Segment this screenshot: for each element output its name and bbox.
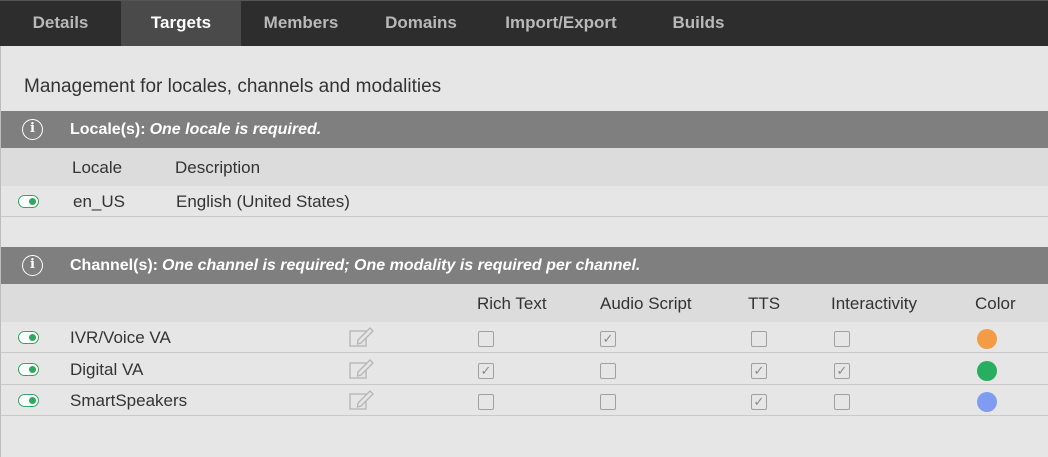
channel-section-bar: i Channel(s): One channel is required; On… [1, 247, 1048, 284]
tab-members[interactable]: Members [241, 1, 361, 47]
channel-row: SmartSpeakers ✓ [1, 385, 1048, 416]
interactivity-checkbox[interactable] [834, 394, 850, 410]
interactivity-checkbox[interactable]: ✓ [834, 363, 850, 379]
locale-description: English (United States) [176, 192, 350, 211]
locale-section-title: Locale(s): [70, 121, 146, 138]
description-column-header: Description [175, 158, 261, 177]
locale-section-note: One locale is required. [149, 121, 322, 138]
tts-column-header: TTS [748, 294, 781, 313]
interactivity-column-header: Interactivity [831, 294, 917, 313]
section-spacer [1, 218, 1048, 247]
locale-header-row: Locale Description [1, 148, 1048, 186]
tts-checkbox[interactable]: ✓ [751, 363, 767, 379]
locale-code: en_US [73, 192, 125, 211]
color-column-header: Color [975, 294, 1016, 313]
color-swatch[interactable] [977, 392, 997, 412]
channel-section-title: Channel(s): [70, 257, 158, 274]
tab-domains[interactable]: Domains [361, 1, 481, 47]
channel-row: Digital VA ✓ ✓ ✓ [1, 354, 1048, 385]
toggle-on-icon[interactable] [18, 195, 39, 208]
edit-icon[interactable] [349, 358, 375, 380]
audio-script-checkbox[interactable]: ✓ [600, 331, 616, 347]
targets-panel: Management for locales, channels and mod… [0, 46, 1048, 457]
locale-column-header: Locale [72, 158, 123, 177]
info-icon[interactable]: i [22, 119, 43, 140]
color-swatch[interactable] [977, 361, 997, 381]
tab-details[interactable]: Details [0, 1, 121, 47]
tts-checkbox[interactable] [751, 331, 767, 347]
channel-name: Digital VA [70, 360, 144, 379]
info-icon[interactable]: i [22, 255, 43, 276]
tts-checkbox[interactable]: ✓ [751, 394, 767, 410]
channel-name: SmartSpeakers [70, 391, 188, 410]
tab-builds[interactable]: Builds [641, 1, 756, 47]
rich-text-checkbox[interactable] [478, 394, 494, 410]
locale-section-bar: i Locale(s): One locale is required. [1, 111, 1048, 148]
channel-row: IVR/Voice VA ✓ [1, 322, 1048, 353]
tab-bar: Details Targets Members Domains Import/E… [0, 0, 1048, 47]
tab-import-export[interactable]: Import/Export [481, 1, 641, 47]
edit-icon[interactable] [349, 326, 375, 348]
tab-targets[interactable]: Targets [121, 1, 241, 47]
audio-script-checkbox[interactable] [600, 363, 616, 379]
toggle-on-icon[interactable] [18, 363, 39, 376]
color-swatch[interactable] [977, 329, 997, 349]
channel-header-row: Rich Text Audio Script TTS Interactivity… [1, 284, 1048, 322]
channel-name: IVR/Voice VA [70, 328, 171, 347]
rich-text-checkbox[interactable]: ✓ [478, 363, 494, 379]
page-subtitle: Management for locales, channels and mod… [24, 76, 442, 97]
toggle-on-icon[interactable] [18, 394, 39, 407]
interactivity-checkbox[interactable] [834, 331, 850, 347]
rich-text-column-header: Rich Text [477, 294, 547, 313]
toggle-on-icon[interactable] [18, 331, 39, 344]
channel-section-note: One channel is required; One modality is… [162, 257, 641, 274]
rich-text-checkbox[interactable] [478, 331, 494, 347]
edit-icon[interactable] [349, 389, 375, 411]
audio-script-column-header: Audio Script [600, 294, 692, 313]
audio-script-checkbox[interactable] [600, 394, 616, 410]
locale-row: en_US English (United States) [1, 186, 1048, 217]
